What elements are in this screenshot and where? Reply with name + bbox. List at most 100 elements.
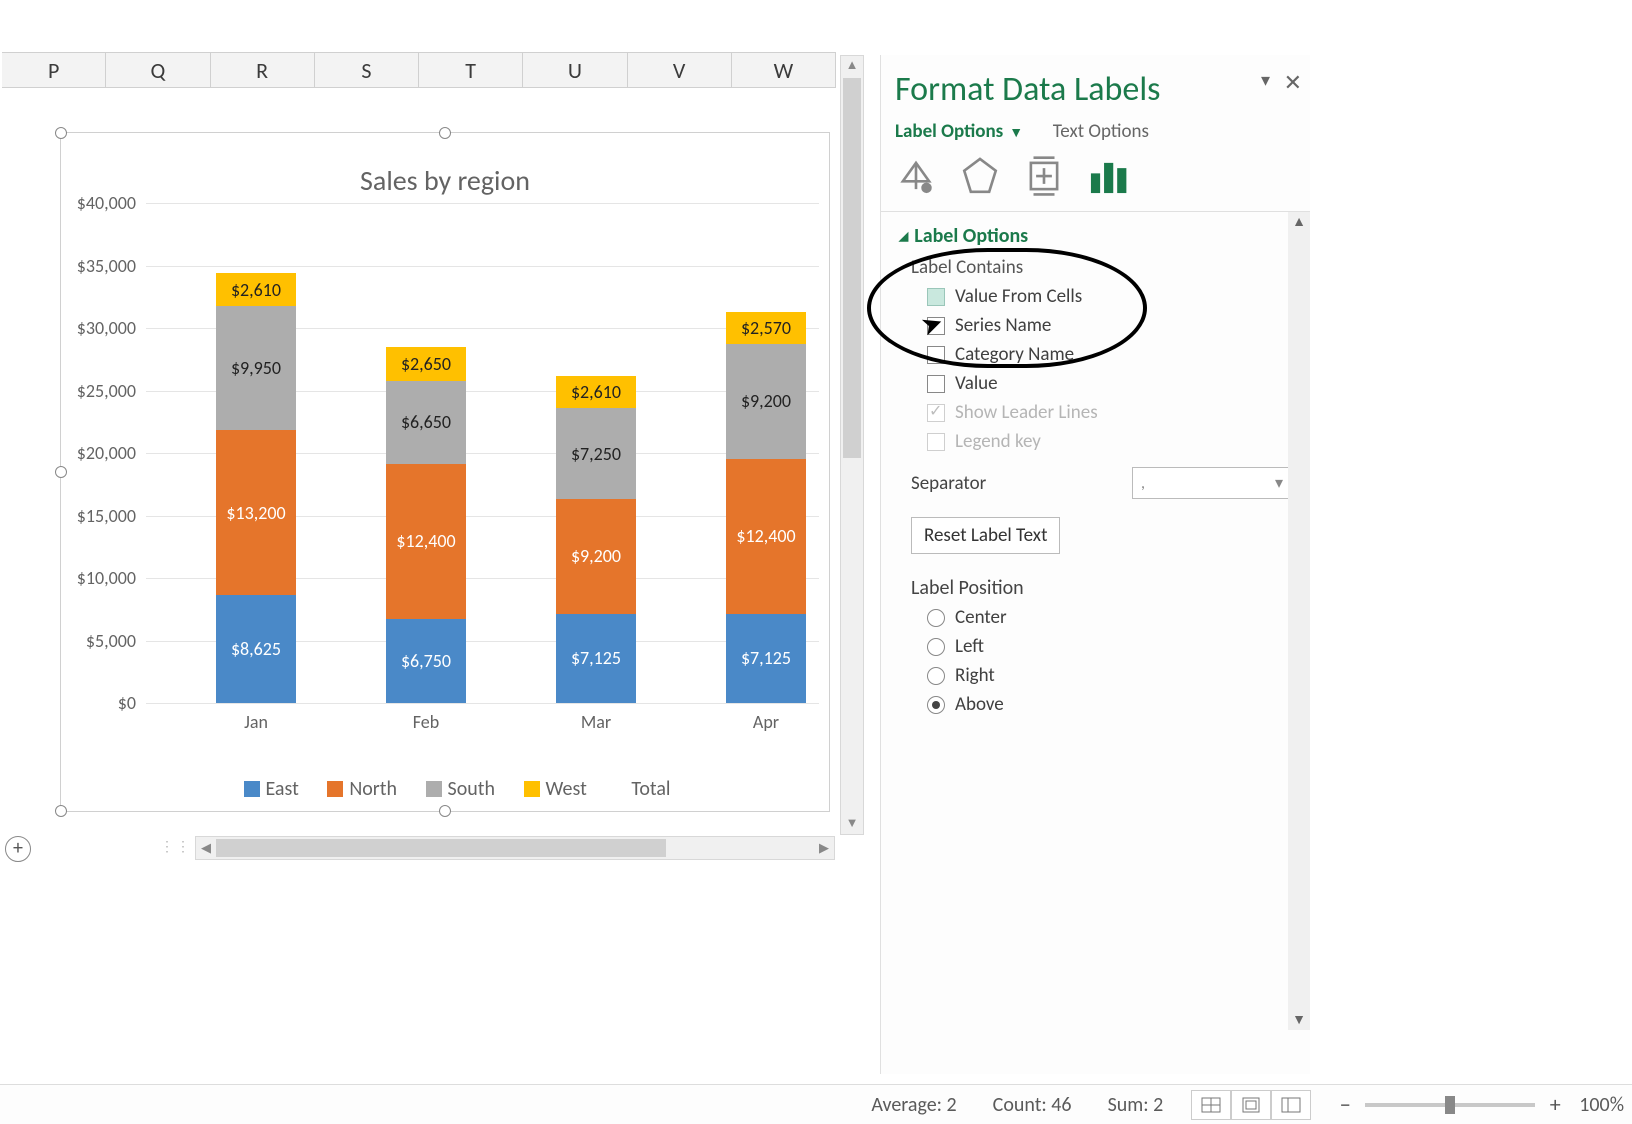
bar-segment-north[interactable]: $12,400: [726, 459, 806, 614]
scroll-down-icon[interactable]: ▼: [1288, 1010, 1310, 1030]
view-buttons: [1191, 1090, 1311, 1120]
effects-icon[interactable]: [959, 155, 1001, 197]
close-icon[interactable]: ✕: [1284, 69, 1302, 96]
chart-title[interactable]: Sales by region: [61, 163, 829, 198]
checkbox-label: Value: [955, 372, 998, 395]
x-axis-tick: Jan: [206, 711, 306, 733]
checkbox-icon[interactable]: [927, 317, 945, 335]
col-header[interactable]: S: [315, 53, 419, 87]
bar-segment-east[interactable]: $8,625: [216, 595, 296, 703]
bar-segment-south[interactable]: $7,250: [556, 408, 636, 499]
checkbox-label: Value From Cells: [955, 285, 1082, 308]
col-header[interactable]: T: [419, 53, 523, 87]
scroll-right-icon[interactable]: ▶: [814, 841, 834, 856]
chart-plot-area[interactable]: $0$5,000$10,000$15,000$20,000$25,000$30,…: [146, 203, 819, 703]
col-header[interactable]: R: [211, 53, 315, 87]
bar-segment-north[interactable]: $13,200: [216, 430, 296, 595]
radio-icon[interactable]: [927, 696, 945, 714]
horizontal-scrollbar[interactable]: ◀ ▶: [195, 836, 835, 860]
bar-segment-south[interactable]: $6,650: [386, 381, 466, 464]
col-header[interactable]: V: [628, 53, 732, 87]
scroll-up-icon[interactable]: ▲: [841, 56, 863, 76]
col-header[interactable]: U: [523, 53, 627, 87]
fill-line-icon[interactable]: [895, 155, 937, 197]
radio-right[interactable]: Right: [927, 664, 1292, 687]
checkbox-value[interactable]: Value: [927, 372, 1292, 395]
scroll-thumb[interactable]: [216, 839, 666, 857]
bar-segment-west[interactable]: $2,610: [216, 273, 296, 306]
scroll-down-icon[interactable]: ▼: [841, 814, 863, 834]
col-header[interactable]: W: [732, 53, 836, 87]
bar-segment-east[interactable]: $7,125: [726, 614, 806, 703]
y-axis-tick: $20,000: [61, 442, 136, 464]
zoom-slider-knob[interactable]: [1445, 1096, 1455, 1114]
separator-value: ,: [1141, 474, 1145, 493]
chart-object[interactable]: Sales by region $0$5,000$10,000$15,000$2…: [60, 132, 830, 812]
vertical-scrollbar[interactable]: ▲ ▼: [840, 55, 864, 835]
bar-segment-west[interactable]: $2,570: [726, 312, 806, 344]
checkbox-label: Legend key: [955, 430, 1041, 453]
bar-segment-south[interactable]: $9,950: [216, 306, 296, 430]
radio-icon[interactable]: [927, 609, 945, 627]
checkbox-value-from-cells[interactable]: Value From Cells: [927, 285, 1292, 308]
label-options-icon[interactable]: [1087, 155, 1129, 197]
label-position-heading: Label Position: [911, 576, 1292, 600]
normal-view-button[interactable]: [1191, 1090, 1231, 1120]
new-sheet-button[interactable]: +: [5, 836, 31, 862]
bar-segment-north[interactable]: $9,200: [556, 499, 636, 614]
radio-icon[interactable]: [927, 667, 945, 685]
pane-scrollbar[interactable]: ▲ ▼: [1288, 212, 1310, 1030]
chart-legend[interactable]: East North South West Total: [61, 777, 829, 801]
checkbox-series-name[interactable]: Series Name: [927, 314, 1292, 337]
y-axis-tick: $30,000: [61, 317, 136, 339]
legend-label: North: [349, 777, 397, 801]
legend-label: East: [266, 777, 299, 801]
checkbox-icon: [927, 404, 945, 422]
bar-segment-east[interactable]: $6,750: [386, 619, 466, 703]
selection-handle[interactable]: [439, 127, 451, 139]
selection-handle[interactable]: [55, 805, 67, 817]
chevron-down-icon: ▾: [1275, 473, 1283, 493]
format-data-labels-pane: ▾ ✕ Format Data Labels Label Options▼ Te…: [880, 55, 1310, 1074]
checkbox-icon[interactable]: [927, 375, 945, 393]
page-layout-view-button[interactable]: [1231, 1090, 1271, 1120]
bar-segment-north[interactable]: $12,400: [386, 464, 466, 619]
zoom-out-button[interactable]: −: [1335, 1091, 1355, 1118]
pane-menu-icon[interactable]: ▾: [1261, 69, 1270, 91]
tab-text-options[interactable]: Text Options: [1053, 120, 1149, 143]
checkbox-category-name[interactable]: Category Name: [927, 343, 1292, 366]
scroll-left-icon[interactable]: ◀: [196, 841, 216, 856]
selection-handle[interactable]: [55, 127, 67, 139]
radio-icon[interactable]: [927, 638, 945, 656]
radio-center[interactable]: Center: [927, 606, 1292, 629]
bar-segment-west[interactable]: $2,610: [556, 376, 636, 409]
scroll-up-icon[interactable]: ▲: [1288, 212, 1310, 232]
tab-label-options[interactable]: Label Options: [895, 120, 1003, 143]
bar-segment-south[interactable]: $9,200: [726, 344, 806, 459]
zoom-percent[interactable]: 100%: [1579, 1093, 1624, 1117]
radio-left[interactable]: Left: [927, 635, 1292, 658]
sheet-tab-drag-icon[interactable]: ⋮⋮: [160, 838, 192, 855]
radio-above[interactable]: Above: [927, 693, 1292, 716]
col-header[interactable]: P: [2, 53, 106, 87]
radio-label: Center: [955, 606, 1007, 629]
size-properties-icon[interactable]: [1023, 155, 1065, 197]
scroll-track[interactable]: [216, 837, 814, 859]
checkbox-label: Series Name: [955, 314, 1051, 337]
zoom-in-button[interactable]: +: [1545, 1091, 1565, 1118]
selection-handle[interactable]: [439, 805, 451, 817]
col-header[interactable]: Q: [106, 53, 210, 87]
y-axis-tick: $35,000: [61, 255, 136, 277]
checkbox-icon[interactable]: [927, 288, 945, 306]
bar-segment-west[interactable]: $2,650: [386, 347, 466, 380]
zoom-slider[interactable]: [1365, 1103, 1535, 1107]
chevron-down-icon[interactable]: ▼: [1009, 124, 1023, 141]
page-break-view-button[interactable]: [1271, 1090, 1311, 1120]
bar-segment-east[interactable]: $7,125: [556, 614, 636, 703]
checkbox-icon[interactable]: [927, 346, 945, 364]
reset-label-text-button[interactable]: Reset Label Text: [911, 517, 1060, 554]
separator-select[interactable]: , ▾: [1132, 467, 1292, 499]
selection-handle[interactable]: [55, 466, 67, 478]
scroll-thumb[interactable]: [843, 78, 861, 458]
section-label-options[interactable]: Label Options: [899, 224, 1292, 248]
